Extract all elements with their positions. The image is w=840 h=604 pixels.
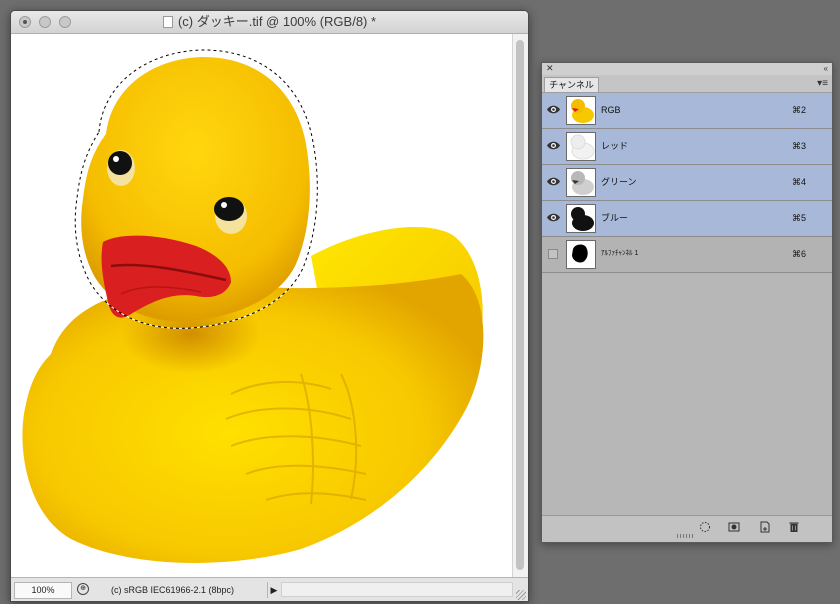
channels-panel: ✕ « チャンネル ▾≡ RGB ⌘2 レッド ⌘3 グリーン ⌘4 ブルー ⌘… [541,62,833,543]
channel-name: グリーン [601,177,637,187]
channel-name: ブルー [601,213,629,223]
channel-row-rgb[interactable]: RGB ⌘2 [542,93,832,129]
new-channel-icon[interactable] [759,521,771,533]
channel-name: RGB [601,105,621,115]
zoom-level-field[interactable]: 100% [14,582,72,599]
title-bar[interactable]: (c) ダッキー.tif @ 100% (RGB/8) * [11,11,528,34]
channel-thumbnail-green [566,168,596,197]
save-selection-icon[interactable] [728,521,740,533]
channel-row-red[interactable]: レッド ⌘3 [542,129,832,165]
panel-collapse-icon[interactable]: « [824,63,828,74]
channel-shortcut: ⌘2 [791,105,806,115]
close-icon[interactable] [19,16,31,28]
document-icon [162,16,173,28]
channel-thumbnail-red [566,132,596,161]
channel-name: レッド [601,141,629,151]
proof-setup-icon[interactable]: ⊕ [77,583,89,595]
panel-resize-grip-icon[interactable] [677,534,695,538]
zoom-icon[interactable] [59,16,71,28]
trash-icon[interactable] [788,521,800,533]
panel-menu-icon[interactable]: ▾≡ [817,76,828,91]
channel-shortcut: ⌘3 [791,141,806,151]
minimize-icon[interactable] [39,16,51,28]
vertical-scroll-thumb[interactable] [516,40,524,570]
channel-shortcut: ⌘4 [791,177,806,187]
eye-icon[interactable] [546,138,561,153]
channel-list: RGB ⌘2 レッド ⌘3 グリーン ⌘4 ブルー ⌘5 ｱﾙﾌｧﾁｬﾝﾈﾙ 1… [542,93,832,273]
document-title: (c) ダッキー.tif @ 100% (RGB/8) * [177,14,377,29]
channel-thumbnail-alpha [566,240,596,269]
status-menu-arrow-icon[interactable]: ▶ [267,582,280,598]
title-wrap: (c) ダッキー.tif @ 100% (RGB/8) * [11,11,528,33]
eye-icon[interactable] [546,102,561,117]
vertical-scrollbar[interactable] [512,34,528,577]
tab-channels[interactable]: チャンネル [544,77,599,92]
channel-shortcut: ⌘6 [791,249,806,259]
horizontal-scrollbar[interactable] [281,582,513,597]
image-canvas[interactable] [11,34,512,577]
channel-row-green[interactable]: グリーン ⌘4 [542,165,832,201]
channel-row-alpha[interactable]: ｱﾙﾌｧﾁｬﾝﾈﾙ 1 ⌘6 [542,237,832,273]
channel-thumbnail-blue [566,204,596,233]
channel-row-blue[interactable]: ブルー ⌘5 [542,201,832,237]
load-selection-icon[interactable] [699,521,711,533]
channel-thumbnail-rgb [566,96,596,125]
visibility-toggle-empty[interactable] [548,249,558,259]
color-profile-text: (c) sRGB IEC61966-2.1 (8bpc) [111,585,235,595]
panel-footer [542,515,832,542]
document-window[interactable]: (c) ダッキー.tif @ 100% (RGB/8) * 100% ⊕ (c)… [10,10,529,602]
eye-icon[interactable] [546,174,561,189]
eye-icon[interactable] [546,210,561,225]
resize-grip-icon[interactable] [516,590,526,600]
channel-shortcut: ⌘5 [791,213,806,223]
rubber-duck-image [22,49,484,563]
status-bar: 100% ⊕ (c) sRGB IEC61966-2.1 (8bpc) ▶ [11,577,528,601]
channel-name: ｱﾙﾌｧﾁｬﾝﾈﾙ 1 [601,250,639,257]
panel-close-icon[interactable]: ✕ [546,63,554,74]
panel-tab-bar: チャンネル ▾≡ [542,75,832,93]
